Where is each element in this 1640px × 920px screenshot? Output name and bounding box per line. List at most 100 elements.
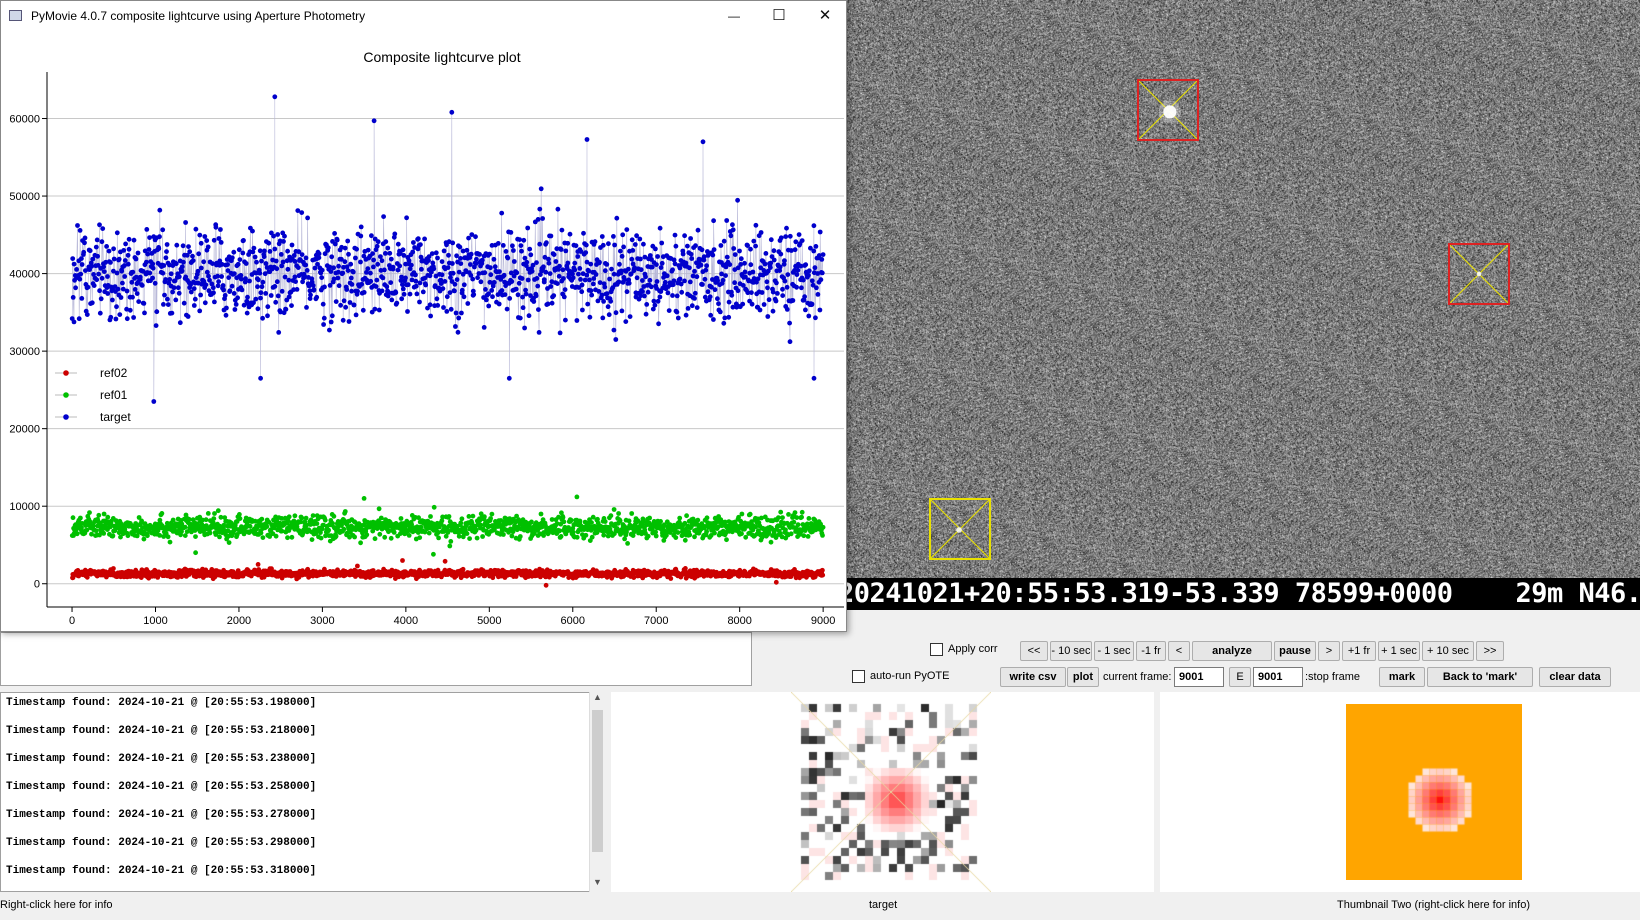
maximize-button[interactable]: ☐ (756, 1, 802, 32)
data-point (775, 291, 780, 296)
data-point (708, 312, 714, 318)
data-point (570, 275, 576, 281)
thumbnail-two-panel[interactable] (1160, 692, 1640, 892)
back-button[interactable]: < (1168, 641, 1190, 661)
data-point (555, 281, 560, 286)
data-point (459, 310, 464, 316)
data-point (624, 227, 630, 233)
data-point (757, 307, 763, 313)
current-frame-input[interactable]: 9001 (1174, 667, 1224, 687)
data-point (499, 210, 505, 216)
data-point (358, 233, 364, 239)
info-caption[interactable]: Right-click here for info (0, 899, 113, 911)
data-point (274, 266, 280, 272)
data-point (651, 298, 657, 304)
y-tick-label: 30000 (9, 346, 40, 358)
scroll-down-icon[interactable]: ▼ (593, 877, 602, 887)
scroll-thumb[interactable] (592, 710, 603, 852)
scroll-up-icon[interactable]: ▲ (593, 692, 602, 702)
data-point (811, 248, 817, 254)
thumbnail-two-caption[interactable]: Thumbnail Two (right-click here for info… (1337, 899, 1530, 911)
data-point (577, 518, 583, 524)
data-point (732, 280, 737, 286)
data-point (792, 510, 798, 515)
close-button[interactable]: ✕ (802, 1, 848, 32)
analyze-button[interactable]: analyze (1192, 641, 1272, 661)
data-point (726, 314, 732, 320)
aperture-ref-2[interactable] (1448, 243, 1510, 305)
data-point (220, 283, 226, 288)
thumbnail-one-panel[interactable] (611, 692, 1154, 892)
plot-button[interactable]: plot (1067, 667, 1099, 687)
lightcurve-chart[interactable]: Composite lightcurve plot010000200003000… (1, 32, 846, 632)
data-point (700, 139, 706, 145)
data-point (574, 534, 580, 540)
apply-corr-checkbox[interactable] (930, 643, 943, 656)
log-scrollbar[interactable]: ▲ ▼ (589, 692, 606, 892)
data-point (638, 256, 643, 262)
log-panel[interactable]: Timestamp found: 2024-10-21 @ [20:55:53.… (0, 692, 606, 892)
lightcurve-plot-window[interactable]: PyMovie 4.0.7 composite lightcurve using… (0, 0, 847, 632)
stop-frame-input[interactable]: 9001 (1253, 667, 1303, 687)
data-point (799, 509, 805, 515)
data-point (792, 247, 798, 253)
auto-run-pyote-checkbox[interactable] (852, 670, 865, 683)
aperture-target[interactable] (929, 498, 991, 560)
data-point (196, 251, 202, 257)
back-1-sec-button[interactable]: - 1 sec (1094, 641, 1134, 661)
e-button[interactable]: E (1229, 667, 1251, 687)
data-point (723, 273, 728, 278)
first-button[interactable]: << (1020, 641, 1048, 661)
data-point (118, 295, 124, 300)
data-point (688, 251, 694, 257)
data-point (167, 539, 173, 545)
data-point (475, 275, 480, 281)
back-10-sec-button[interactable]: - 10 sec (1050, 641, 1092, 661)
data-point (165, 296, 170, 302)
mark-button[interactable]: mark (1379, 667, 1425, 687)
data-point (577, 266, 583, 271)
pause-button[interactable]: pause (1274, 641, 1316, 661)
forward-10-sec-button[interactable]: + 10 sec (1422, 641, 1474, 661)
data-point (417, 280, 423, 286)
aperture-ref-1[interactable] (1137, 79, 1199, 141)
data-point (558, 247, 564, 252)
last-button[interactable]: >> (1476, 641, 1504, 661)
data-point (583, 250, 589, 256)
forward-1-frame-button[interactable]: +1 fr (1342, 641, 1376, 661)
data-point (286, 514, 292, 520)
window-titlebar[interactable]: PyMovie 4.0.7 composite lightcurve using… (1, 1, 846, 32)
data-point (183, 220, 189, 225)
data-point (638, 267, 644, 273)
data-point (654, 279, 660, 284)
data-point (193, 534, 198, 539)
data-point (303, 515, 309, 521)
data-point (404, 215, 409, 221)
forward-1-sec-button[interactable]: + 1 sec (1378, 641, 1420, 661)
data-point (111, 566, 116, 571)
data-point (799, 238, 805, 244)
data-point (455, 329, 461, 335)
minimize-button[interactable]: — (711, 1, 757, 32)
data-point (666, 308, 672, 313)
data-point (299, 515, 305, 521)
data-point (146, 247, 152, 252)
data-point (181, 259, 186, 265)
data-point (257, 248, 263, 254)
data-point (453, 324, 458, 329)
clear-data-button[interactable]: clear data (1539, 667, 1611, 687)
back-to-mark-button[interactable]: Back to 'mark' (1427, 667, 1533, 687)
back-1-frame-button[interactable]: -1 fr (1136, 641, 1166, 661)
data-point (426, 530, 432, 536)
forward-button[interactable]: > (1318, 641, 1340, 661)
data-point (692, 268, 697, 274)
data-point (259, 284, 265, 290)
data-point (601, 299, 606, 304)
data-point (684, 513, 689, 519)
write-csv-button[interactable]: write csv (1000, 667, 1066, 687)
star-field-image[interactable] (838, 0, 1640, 578)
data-point (454, 277, 460, 282)
data-point (784, 307, 790, 312)
data-point (77, 228, 83, 233)
data-point (536, 307, 541, 312)
